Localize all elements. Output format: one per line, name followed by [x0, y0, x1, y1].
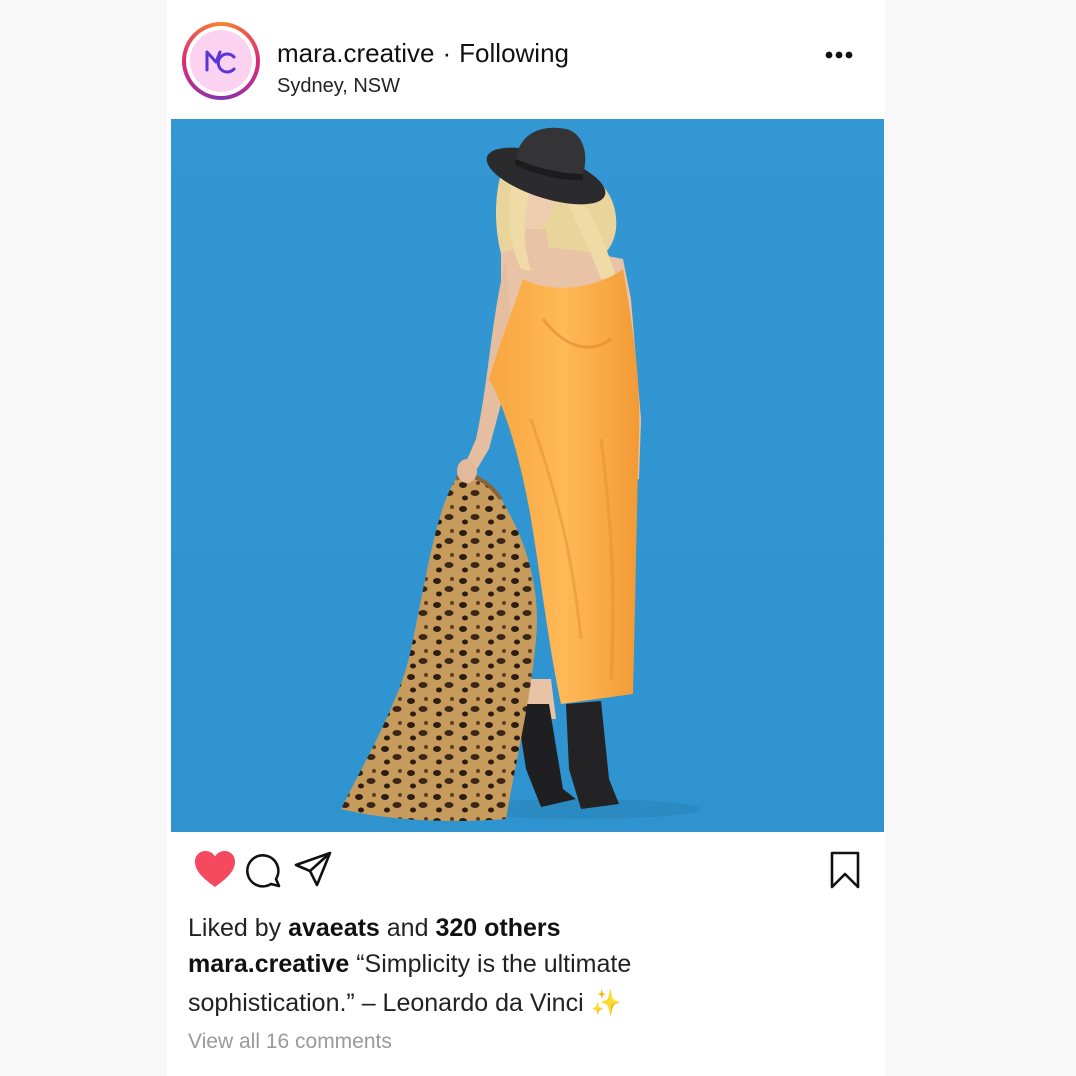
brand-logo-icon	[205, 50, 236, 74]
caption-username-link[interactable]: mara.creative	[188, 950, 349, 978]
fashion-photo	[171, 119, 884, 832]
comment-icon[interactable]	[244, 851, 282, 889]
share-icon[interactable]	[293, 850, 333, 888]
username-link[interactable]: mara.creative	[277, 38, 435, 68]
post-image[interactable]	[171, 119, 884, 832]
location-link[interactable]: Sydney, NSW	[277, 75, 400, 98]
more-icon	[825, 51, 853, 59]
liked-by-prefix: Liked by	[188, 914, 282, 942]
likes-summary: Liked by avaeats and 320 others	[188, 914, 561, 943]
bookmark-icon[interactable]	[829, 850, 861, 890]
story-ring[interactable]	[182, 22, 260, 100]
post-caption: mara.creative “Simplicity is the ultimat…	[188, 945, 748, 1023]
liked-by-user-link[interactable]: avaeats	[288, 914, 380, 942]
following-button[interactable]: Following	[459, 38, 569, 68]
avatar[interactable]	[190, 30, 252, 92]
more-options-button[interactable]	[815, 40, 863, 70]
action-bar	[167, 842, 885, 902]
liked-by-middle: and	[386, 914, 429, 942]
view-comments-link[interactable]: View all 16 comments	[188, 1030, 392, 1054]
liked-by-others-link[interactable]: 320 others	[435, 914, 560, 942]
post-header: mara.creative · Following Sydney, NSW	[167, 0, 885, 118]
post-card: mara.creative · Following Sydney, NSW Li…	[167, 0, 885, 1076]
heart-icon[interactable]	[193, 849, 237, 889]
header-user-line: mara.creative · Following	[277, 38, 569, 69]
separator-dot: ·	[442, 38, 452, 68]
sparkles-emoji: ✨	[590, 989, 622, 1017]
